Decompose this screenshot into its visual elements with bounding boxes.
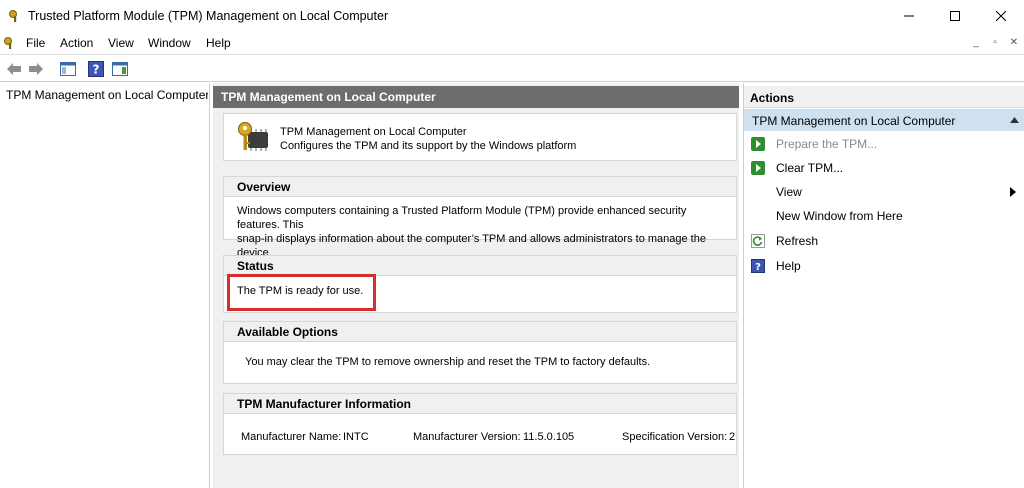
manufacturer-name-value: INTC <box>343 431 369 443</box>
menu-view[interactable]: View <box>108 36 134 50</box>
forward-arrow-icon <box>29 63 43 75</box>
action-prepare-tpm[interactable]: Prepare the TPM... <box>744 133 1024 155</box>
overview-heading: Overview <box>224 177 736 197</box>
action-label: New Window from Here <box>776 209 903 223</box>
back-button[interactable] <box>4 59 24 79</box>
console-tree-icon <box>60 62 76 76</box>
clear-tpm-icon <box>751 161 765 175</box>
spec-version-label: Specification Version: <box>622 431 728 443</box>
action-label: Clear TPM... <box>776 161 844 175</box>
help-icon: ? <box>751 259 765 273</box>
action-help[interactable]: ? Help <box>744 255 1024 277</box>
maximize-button[interactable] <box>932 0 978 32</box>
menu-window[interactable]: Window <box>148 36 191 50</box>
available-options-panel: Available Options You may clear the TPM … <box>223 321 737 384</box>
action-label: Help <box>776 259 801 273</box>
prepare-tpm-icon <box>751 137 765 151</box>
mdi-restore-icon[interactable]: ▫ <box>987 35 1003 51</box>
action-view[interactable]: View <box>744 181 1024 203</box>
actions-group-header[interactable]: TPM Management on Local Computer <box>744 109 1024 131</box>
manufacturer-heading: TPM Manufacturer Information <box>224 394 736 414</box>
action-label: View <box>776 185 802 199</box>
svg-text:?: ? <box>755 262 761 273</box>
forward-button[interactable] <box>26 59 46 79</box>
manufacturer-version-label: Manufacturer Version: <box>413 431 521 443</box>
tpm-key-icon <box>9 10 17 22</box>
toolbar: ? <box>0 54 1024 82</box>
action-new-window[interactable]: New Window from Here <box>744 205 1024 227</box>
menu-bar: File Action View Window Help _ ▫ ✕ <box>0 32 1024 54</box>
menu-help[interactable]: Help <box>206 36 231 50</box>
tpm-chip-key-icon <box>238 122 268 151</box>
show-hide-action-pane-button[interactable] <box>110 59 130 79</box>
console-tree: TPM Management on Local Computer <box>0 83 210 488</box>
actions-pane: Actions TPM Management on Local Computer… <box>743 83 1024 488</box>
close-icon <box>996 11 1006 21</box>
help-icon: ? <box>88 61 104 77</box>
svg-text:?: ? <box>93 63 100 77</box>
tree-item-tpm-management[interactable]: TPM Management on Local Computer <box>2 86 208 104</box>
available-options-text: You may clear the TPM to remove ownershi… <box>245 356 651 368</box>
maximize-icon <box>950 11 960 21</box>
minimize-button[interactable] <box>886 0 932 32</box>
back-arrow-icon <box>7 63 21 75</box>
action-label: Refresh <box>776 234 819 248</box>
intro-title: TPM Management on Local Computer <box>280 126 467 138</box>
overview-line-1: Windows computers containing a Trusted P… <box>237 205 687 231</box>
status-heading: Status <box>224 256 736 276</box>
collapse-up-icon <box>1010 117 1019 123</box>
action-pane-icon <box>112 62 128 76</box>
show-hide-tree-button[interactable] <box>58 59 78 79</box>
mdi-minimize-icon[interactable]: _ <box>968 35 984 51</box>
intro-panel: TPM Management on Local Computer Configu… <box>223 113 737 161</box>
menu-file[interactable]: File <box>26 36 45 50</box>
results-pane-header: TPM Management on Local Computer <box>213 86 739 108</box>
spec-version-value: 2. <box>729 431 736 443</box>
tree-item-label: TPM Management on Local Computer <box>6 88 208 102</box>
manufacturer-name-label: Manufacturer Name: <box>241 431 342 443</box>
mdi-close-icon[interactable]: ✕ <box>1006 35 1022 51</box>
window-title: Trusted Platform Module (TPM) Management… <box>28 9 389 23</box>
actions-group-label: TPM Management on Local Computer <box>752 114 956 128</box>
manufacturer-panel: TPM Manufacturer Information Manufacture… <box>223 393 737 455</box>
actions-heading: Actions <box>744 86 1024 108</box>
action-label: Prepare the TPM... <box>776 137 878 151</box>
title-bar: Trusted Platform Module (TPM) Management… <box>0 0 1024 32</box>
intro-subtitle: Configures the TPM and its support by th… <box>280 140 577 152</box>
refresh-icon <box>751 234 765 248</box>
submenu-arrow-icon <box>1010 187 1016 197</box>
close-button[interactable] <box>978 0 1024 32</box>
help-toolbar-button[interactable]: ? <box>86 59 106 79</box>
action-refresh[interactable]: Refresh <box>744 230 1024 252</box>
manufacturer-version-value: 11.5.0.105 <box>523 431 575 443</box>
overview-panel: Overview Windows computers containing a … <box>223 176 737 259</box>
available-options-heading: Available Options <box>224 322 736 342</box>
menu-action[interactable]: Action <box>60 36 93 50</box>
results-pane: TPM Management on Local Computer TPM Man… <box>213 83 739 488</box>
status-highlight-box <box>227 274 376 311</box>
tpm-key-icon <box>4 37 12 49</box>
action-clear-tpm[interactable]: Clear TPM... <box>744 157 1024 179</box>
minimize-icon <box>904 15 914 17</box>
